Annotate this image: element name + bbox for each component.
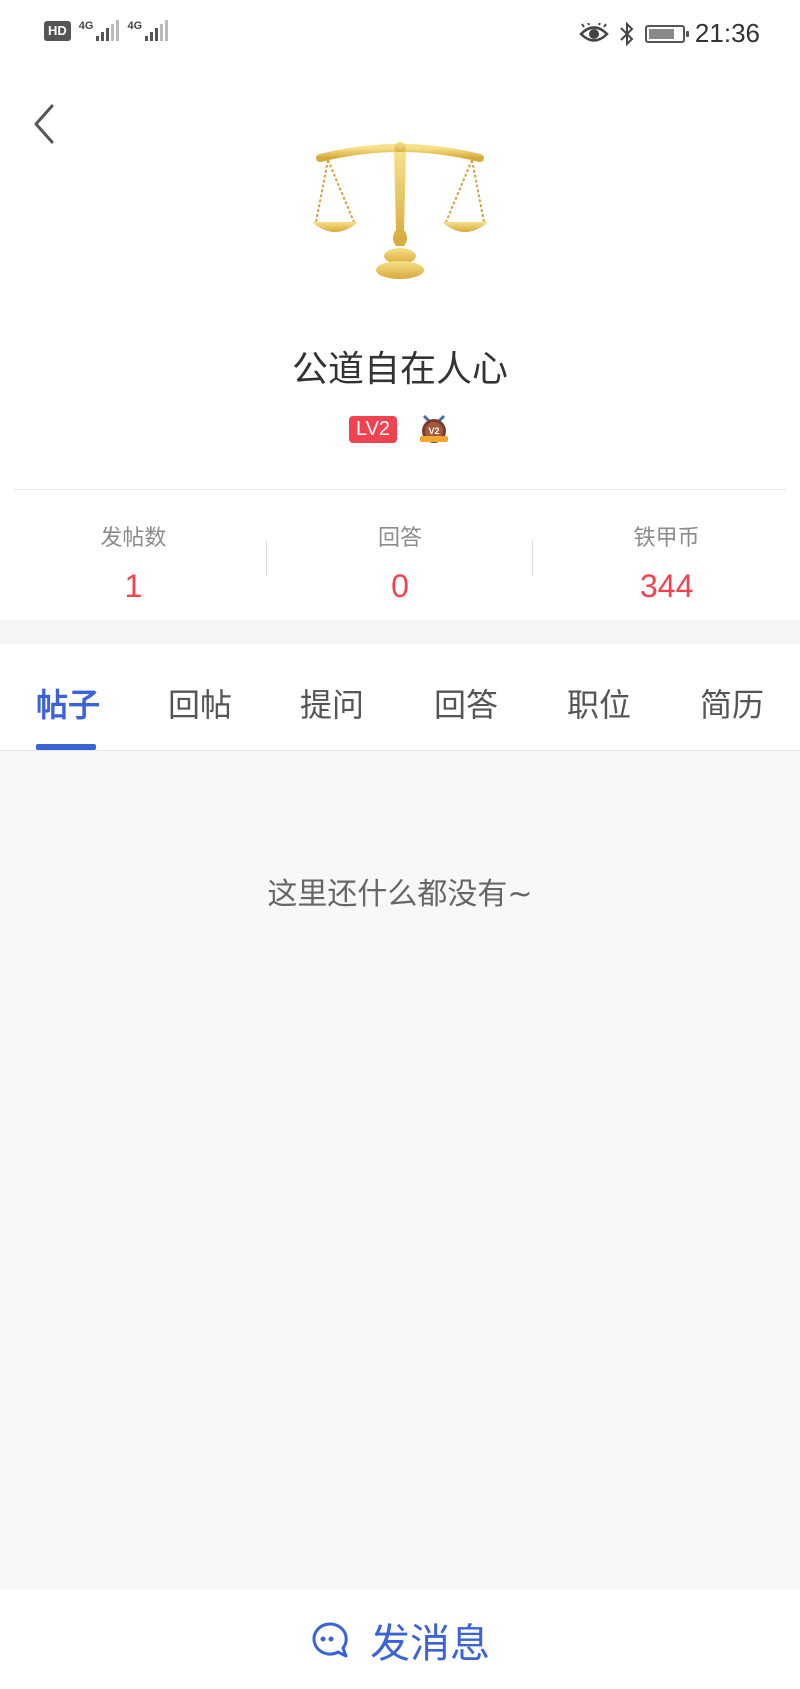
stat-value: 0 <box>391 568 409 604</box>
active-tab-indicator <box>36 744 96 750</box>
v2-medal-icon: V2 <box>420 414 449 443</box>
avatar <box>310 130 490 310</box>
level-badge: LV2 <box>348 415 398 443</box>
stat-label: 回答 <box>378 526 423 551</box>
justice-scale-icon <box>312 142 488 279</box>
clock: 21:36 <box>694 18 760 48</box>
tab-answers[interactable]: 回答 <box>434 680 498 726</box>
stat-coins[interactable]: 铁甲币 344 <box>533 490 800 620</box>
status-left: HD 4G 4G <box>44 20 169 41</box>
stat-label: 发帖数 <box>100 526 167 551</box>
stat-value: 344 <box>639 568 694 604</box>
tab-questions[interactable]: 提问 <box>300 680 364 726</box>
status-right: 21:36 <box>579 18 760 49</box>
username: 公道自在人心 <box>291 349 508 390</box>
eye-icon <box>579 22 609 42</box>
svg-text:V2: V2 <box>429 426 440 436</box>
chat-bubble-icon <box>312 1621 348 1657</box>
empty-state-message: 这里还什么都没有~ <box>267 877 533 912</box>
stats-row: 发帖数 1 回答 0 铁甲币 344 <box>0 490 800 620</box>
stat-value: 1 <box>124 568 143 604</box>
bluetooth-icon <box>620 21 634 46</box>
send-message-label: 发消息 <box>370 1620 490 1667</box>
tab-replies[interactable]: 回帖 <box>168 680 232 726</box>
content-area: 这里还什么都没有~ <box>0 751 800 1590</box>
chevron-left-icon <box>34 104 54 144</box>
stat-answers[interactable]: 回答 0 <box>267 490 534 620</box>
battery-icon <box>644 24 689 43</box>
back-button[interactable] <box>30 100 70 148</box>
network-1-label: 4G <box>78 20 94 32</box>
tab-resume[interactable]: 简历 <box>700 680 764 726</box>
send-message-button[interactable]: 发消息 <box>0 1590 800 1689</box>
signal-1-icon: 4G <box>79 20 120 41</box>
stat-label: 铁甲币 <box>633 526 700 551</box>
section-gap <box>0 620 800 644</box>
tab-bar: 帖子 回帖 提问 回答 职位 简历 <box>0 644 800 751</box>
tab-jobs[interactable]: 职位 <box>567 680 631 726</box>
status-bar: HD 4G 4G 21:36 <box>0 0 800 70</box>
badge-row: LV2 V2 <box>0 412 800 446</box>
stat-posts[interactable]: 发帖数 1 <box>0 490 267 620</box>
tab-posts[interactable]: 帖子 <box>36 680 100 726</box>
signal-2-icon: 4G <box>127 20 169 41</box>
network-2-label: 4G <box>127 20 143 32</box>
hd-indicator: HD <box>44 21 71 41</box>
